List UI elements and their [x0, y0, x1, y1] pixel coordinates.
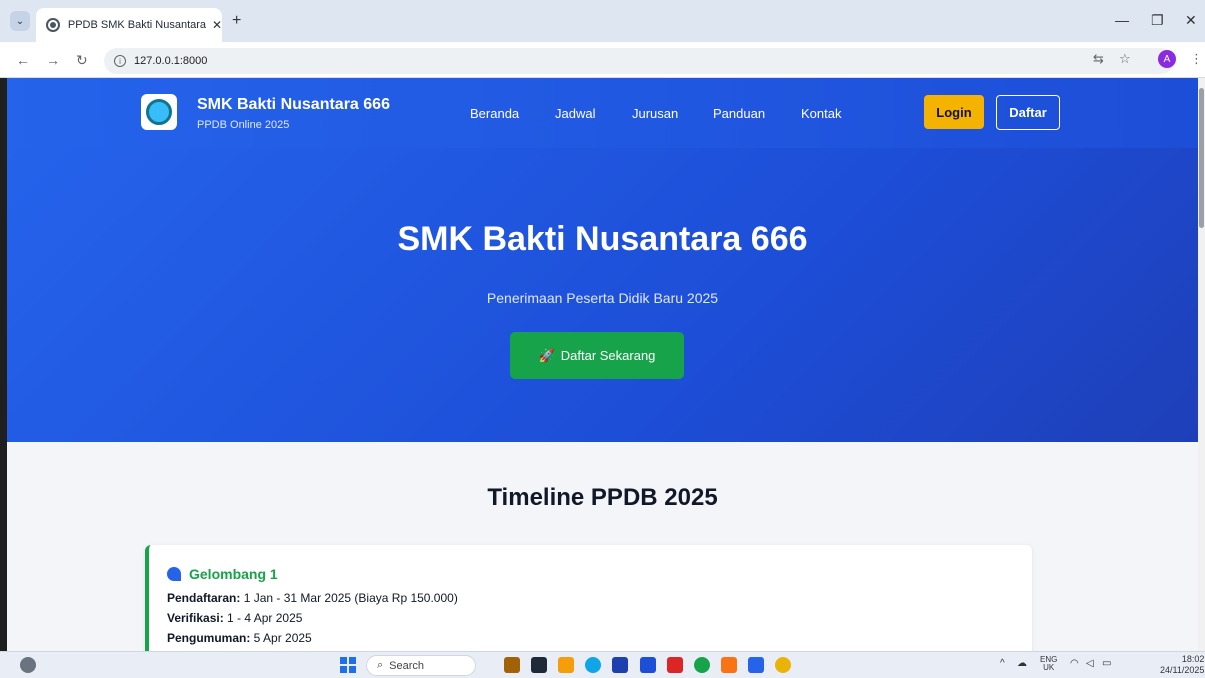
tab-close-icon[interactable]: ✕	[212, 18, 222, 32]
row-value: 1 Jan - 31 Mar 2025 (Biaya Rp 150.000)	[240, 591, 458, 605]
url-text: 127.0.0.1:8000	[134, 55, 208, 67]
site-header: SMK Bakti Nusantara 666 PPDB Online 2025…	[7, 78, 1198, 148]
spotify-icon[interactable]	[694, 657, 710, 673]
store-icon[interactable]	[612, 657, 628, 673]
timeline-row: Pengumuman: 5 Apr 2025	[167, 631, 312, 645]
row-label: Pendaftaran:	[167, 591, 241, 605]
onedrive-icon[interactable]: ☁	[1017, 658, 1027, 669]
windows-start-icon[interactable]	[340, 657, 356, 673]
weather-icon[interactable]	[20, 657, 36, 673]
vscode-icon[interactable]	[748, 657, 764, 673]
close-window-icon[interactable]: ✕	[1185, 12, 1197, 29]
minimize-icon[interactable]: —	[1115, 12, 1129, 28]
page-viewport: SMK Bakti Nusantara 666 PPDB Online 2025…	[7, 78, 1198, 651]
tab-search-icon[interactable]: ⌄	[10, 11, 30, 31]
clock-date: 24/11/2025	[1160, 665, 1205, 675]
register-now-label: Daftar Sekarang	[560, 348, 656, 363]
reload-icon[interactable]: ↻	[76, 52, 88, 69]
brand-subtitle: PPDB Online 2025	[197, 119, 290, 131]
nav-jurusan[interactable]: Jurusan	[632, 106, 678, 121]
row-label: Verifikasi:	[167, 611, 224, 625]
file-explorer-icon[interactable]	[558, 657, 574, 673]
address-toolbar: ← → ↻ i 127.0.0.1:8000 ⇆ ☆ ⋮	[0, 42, 1205, 78]
clock-time: 18:02	[1181, 654, 1205, 664]
taskbar-search[interactable]: ⌕ Search	[366, 655, 476, 676]
row-value: 5 Apr 2025	[250, 631, 312, 645]
os-taskbar: ⌕ Search ^ ☁ ENG UK ◠ ◁ ▭ 18:02 24/11/20…	[0, 651, 1205, 678]
address-bar[interactable]: i 127.0.0.1:8000	[104, 48, 1174, 74]
nav-beranda[interactable]: Beranda	[470, 106, 519, 121]
register-now-button[interactable]: 🚀 Daftar Sekarang	[510, 332, 684, 379]
rocket-icon: 🚀	[538, 347, 555, 363]
card-title: Gelombang 1	[167, 566, 278, 582]
register-button[interactable]: Daftar	[996, 95, 1060, 130]
logo-emblem-icon	[146, 99, 172, 125]
timeline-title: Timeline PPDB 2025	[487, 484, 718, 511]
tray-chevron-icon[interactable]: ^	[1000, 658, 1005, 669]
nav-jadwal[interactable]: Jadwal	[555, 106, 595, 121]
timeline-card: Gelombang 1 Pendaftaran: 1 Jan - 31 Mar …	[145, 545, 1032, 651]
wifi-icon[interactable]: ◠	[1070, 658, 1079, 669]
card-title-text: Gelombang 1	[189, 566, 278, 582]
hero-title: SMK Bakti Nusantara 666	[397, 220, 808, 258]
globe-icon	[46, 18, 60, 32]
site-info-icon[interactable]: i	[114, 55, 126, 67]
forward-icon[interactable]: →	[46, 52, 60, 68]
bookmark-star-icon[interactable]: ☆	[1119, 51, 1131, 67]
taskbar-app-icon[interactable]	[640, 657, 656, 673]
wave-icon	[167, 567, 181, 581]
page-scrollbar[interactable]	[1198, 78, 1205, 651]
timeline-row: Verifikasi: 1 - 4 Apr 2025	[167, 611, 302, 625]
translate-icon[interactable]: ⇆	[1093, 51, 1104, 67]
row-label: Pengumuman:	[167, 631, 251, 645]
chrome-icon[interactable]	[775, 657, 791, 673]
mcafee-icon[interactable]	[667, 657, 683, 673]
search-icon: ⌕	[377, 659, 384, 671]
profile-avatar[interactable]: A	[1158, 50, 1176, 68]
login-button[interactable]: Login	[924, 95, 984, 129]
taskbar-app-icon[interactable]	[504, 657, 520, 673]
taskbar-clock[interactable]: 18:02 24/11/2025	[1160, 654, 1204, 676]
language-indicator[interactable]: ENG UK	[1040, 656, 1057, 672]
nav-kontak[interactable]: Kontak	[801, 106, 841, 121]
xampp-icon[interactable]	[721, 657, 737, 673]
browser-tab-bar: ⌄ PPDB SMK Bakti Nusantara 666 ✕ + — ❐ ✕	[0, 0, 1205, 42]
row-value: 1 - 4 Apr 2025	[223, 611, 303, 625]
scroll-thumb[interactable]	[1199, 88, 1204, 228]
taskbar-app-icon[interactable]	[531, 657, 547, 673]
brand-name[interactable]: SMK Bakti Nusantara 666	[197, 96, 390, 114]
school-logo[interactable]	[141, 94, 177, 130]
nav-panduan[interactable]: Panduan	[713, 106, 765, 121]
hero-subtitle: Penerimaan Peserta Didik Baru 2025	[486, 290, 719, 306]
back-icon[interactable]: ←	[16, 52, 30, 68]
hero-section: SMK Bakti Nusantara 666 Penerimaan Peser…	[7, 148, 1198, 442]
lang-bottom: UK	[1043, 663, 1055, 672]
new-tab-button[interactable]: +	[232, 12, 241, 30]
taskbar-search-label: Search	[389, 659, 425, 672]
edge-icon[interactable]	[585, 657, 601, 673]
menu-dots-icon[interactable]: ⋮	[1190, 51, 1203, 67]
restore-icon[interactable]: ❐	[1151, 12, 1164, 29]
timeline-row: Pendaftaran: 1 Jan - 31 Mar 2025 (Biaya …	[167, 591, 458, 605]
volume-icon[interactable]: ◁	[1086, 658, 1094, 669]
browser-tab[interactable]: PPDB SMK Bakti Nusantara 666 ✕	[36, 8, 222, 42]
tab-title: PPDB SMK Bakti Nusantara 666	[67, 19, 206, 31]
battery-icon[interactable]: ▭	[1102, 658, 1111, 669]
